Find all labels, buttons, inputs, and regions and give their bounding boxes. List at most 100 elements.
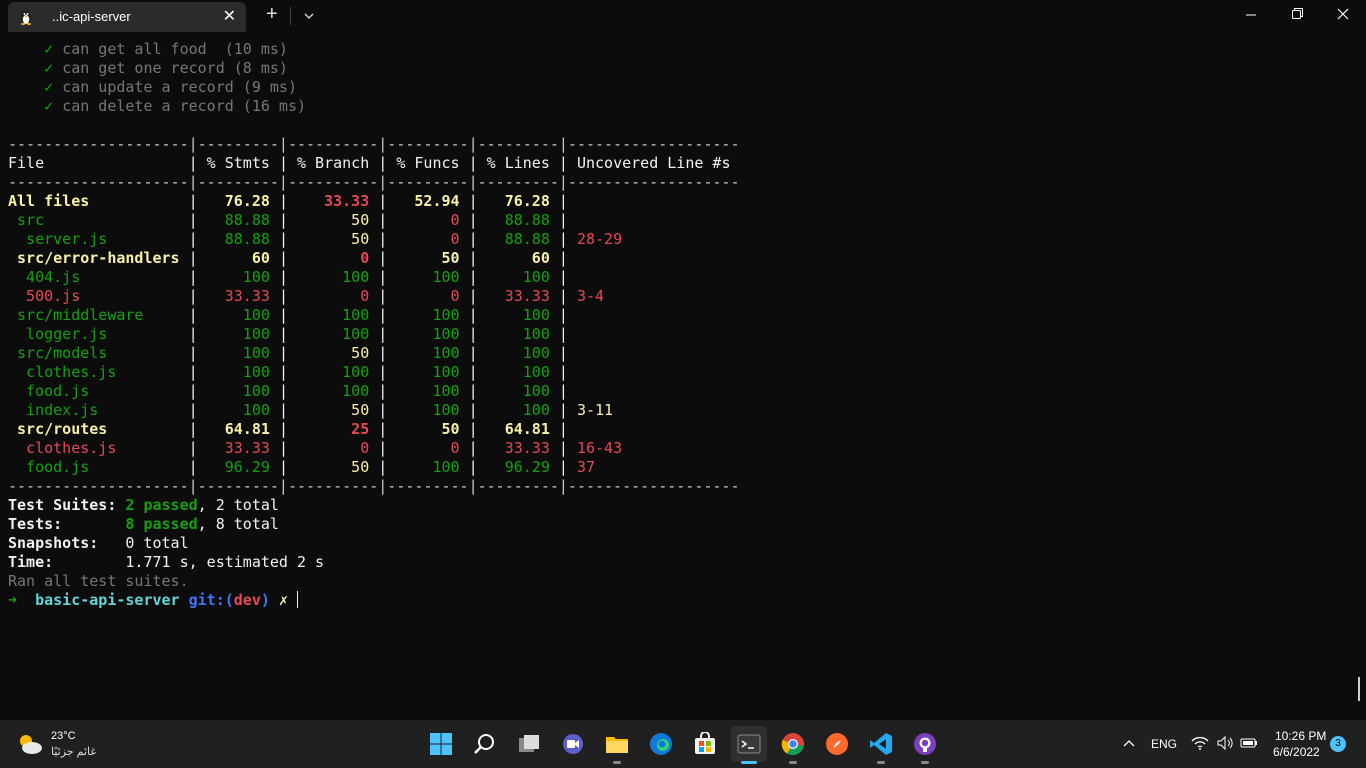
coverage-table: --------------------|---------|---------… (0, 135, 1360, 496)
file-name: clothes.js (8, 439, 189, 457)
coverage-value: 100 (477, 325, 559, 343)
coverage-value: 100 (197, 382, 279, 400)
new-tab-button[interactable]: + (266, 3, 278, 26)
restore-icon[interactable] (1291, 7, 1303, 24)
scrollbar[interactable] (1358, 677, 1360, 701)
terminal-output[interactable]: ✓ can get all food (10 ms) ✓ can get one… (0, 40, 1360, 720)
column-divider: | (278, 344, 288, 362)
terminal-tab[interactable]: ..ic-api-server ✕ (8, 2, 246, 32)
coverage-value: 33.33 (287, 192, 379, 210)
coverage-value: 60 (197, 249, 279, 267)
column-divider: | (558, 287, 568, 305)
start-button[interactable] (423, 726, 459, 762)
column-divider: | (278, 382, 288, 400)
column-divider: | (378, 420, 388, 438)
coverage-value: 50 (287, 230, 379, 248)
coverage-value: 100 (197, 363, 279, 381)
column-divider: | (468, 401, 478, 419)
coverage-row: server.js | 88.88 | 50 | 0 | 88.88 | 28-… (0, 230, 1360, 249)
chevron-down-icon[interactable] (303, 9, 315, 27)
vscode-button[interactable] (863, 726, 899, 764)
minimize-icon[interactable] (1245, 7, 1257, 24)
title-bar: ..ic-api-server ✕ + (0, 0, 1366, 32)
chrome-icon (781, 733, 804, 756)
chrome-button[interactable] (775, 726, 811, 764)
column-divider: | (558, 249, 568, 267)
column-divider: | (558, 154, 568, 172)
file-name: server.js (8, 230, 189, 248)
column-divider: | (188, 268, 198, 286)
coverage-value: 50 (287, 458, 379, 476)
text-cursor (297, 591, 298, 608)
coverage-row: All files | 76.28 | 33.33 | 52.94 | 76.2… (0, 192, 1360, 211)
coverage-value: 88.88 (197, 211, 279, 229)
coverage-value: 64.81 (477, 420, 559, 438)
column-divider: | (378, 230, 388, 248)
wifi-icon[interactable] (1191, 735, 1209, 756)
column-divider: | (558, 458, 568, 476)
close-tab-icon[interactable]: ✕ (223, 6, 236, 26)
column-divider: | (468, 382, 478, 400)
prompt-git-close: ) (260, 591, 270, 609)
summary-label: Time: (8, 553, 126, 571)
summary-label: Snapshots: (8, 534, 126, 552)
volume-icon[interactable] (1216, 735, 1234, 756)
store-button[interactable] (687, 726, 723, 762)
battery-icon[interactable] (1240, 736, 1258, 755)
brave-button[interactable] (819, 726, 855, 762)
close-window-icon[interactable] (1337, 7, 1349, 24)
coverage-row: logger.js | 100 | 100 | 100 | 100 | (0, 325, 1360, 344)
coverage-value: 96.29 (197, 458, 279, 476)
github-desktop-button[interactable] (907, 726, 943, 764)
weather-widget[interactable]: 23°C غائم جزئيًا (16, 728, 116, 762)
table-separator: --------------------|---------|---------… (8, 173, 740, 191)
column-divider: | (278, 211, 288, 229)
column-divider: | (468, 287, 478, 305)
summary-value: 0 total (125, 534, 189, 552)
search-icon (474, 734, 494, 754)
column-divider: | (558, 306, 568, 324)
prompt-git-label: git:( (188, 591, 234, 609)
column-divider: | (378, 344, 388, 362)
column-divider: | (378, 306, 388, 324)
task-view-button[interactable] (511, 726, 547, 762)
terminal-button[interactable] (731, 726, 767, 764)
column-divider: | (378, 439, 388, 457)
teams-chat-button[interactable] (555, 726, 591, 762)
column-divider: | (378, 363, 388, 381)
coverage-value: 100 (197, 401, 279, 419)
coverage-value: 64.81 (197, 420, 279, 438)
prompt-dirty-mark: ✗ (278, 591, 288, 609)
tab-title: ..ic-api-server (52, 9, 131, 24)
terminal-icon (737, 734, 761, 754)
language-indicator[interactable]: ENG (1151, 737, 1177, 751)
notification-badge[interactable]: 3 (1330, 736, 1346, 752)
chevron-up-icon[interactable] (1122, 736, 1136, 755)
column-divider: | (378, 401, 388, 419)
file-explorer-button[interactable] (599, 726, 635, 764)
coverage-value: 100 (477, 306, 559, 324)
coverage-row: index.js | 100 | 50 | 100 | 100 | 3-11 (0, 401, 1360, 420)
column-divider: | (378, 458, 388, 476)
column-divider: | (188, 211, 198, 229)
summary-value: , 8 total (197, 515, 279, 533)
coverage-value: 100 (477, 363, 559, 381)
column-divider: | (278, 325, 288, 343)
column-divider: | (278, 363, 288, 381)
clock-time[interactable]: 10:26 PM (1275, 729, 1326, 743)
check-icon: ✓ (44, 97, 54, 115)
coverage-value: 0 (387, 211, 469, 229)
file-name: src/models (8, 344, 189, 362)
coverage-value: 76.28 (197, 192, 279, 210)
uncovered-lines: 16-43 (567, 439, 623, 457)
column-divider: | (468, 325, 478, 343)
summary-line: Tests: 8 passed, 8 total (0, 515, 1360, 534)
column-divider: | (188, 249, 198, 267)
clock-date[interactable]: 6/6/2022 (1273, 745, 1320, 759)
column-divider: | (278, 249, 288, 267)
column-divider: | (188, 230, 198, 248)
search-button[interactable] (467, 726, 503, 762)
shell-prompt[interactable]: ➜ basic-api-server git:(dev) ✗ (0, 591, 1360, 610)
file-name: food.js (8, 458, 189, 476)
edge-button[interactable] (643, 726, 679, 762)
